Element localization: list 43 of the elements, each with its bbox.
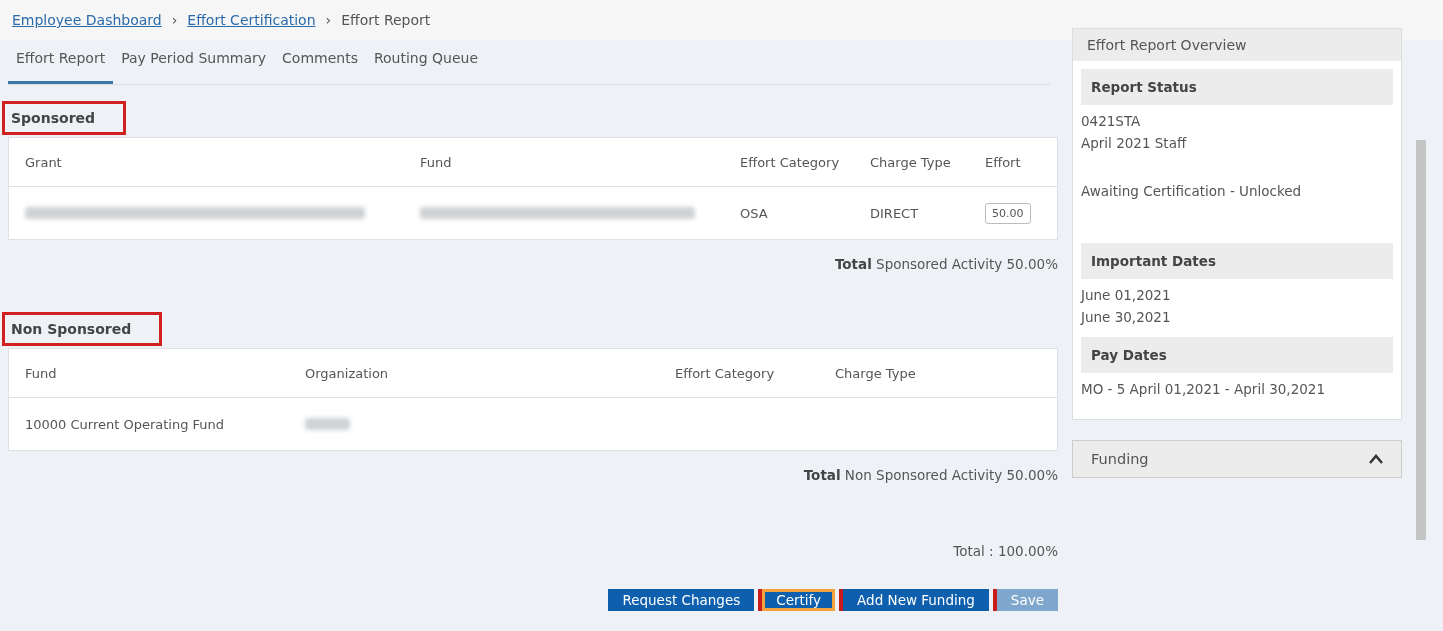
section-header: Important Dates <box>1081 243 1393 279</box>
breadcrumb-separator: › <box>325 12 332 28</box>
action-button[interactable]: Certify <box>758 589 836 611</box>
info-text: 0421STA <box>1080 112 1142 131</box>
effort-field[interactable]: 50.00 <box>985 202 1031 224</box>
grand-total: Total : 100.00% <box>953 543 1058 559</box>
column-header: Grant <box>25 154 62 170</box>
section-heading: Sponsored <box>2 101 127 135</box>
table-cell: DIRECT <box>870 205 919 221</box>
section-heading: Non Sponsored <box>2 312 163 346</box>
breadcrumb-link[interactable]: Employee Dashboard <box>12 12 162 28</box>
breadcrumb-current: Effort Report <box>341 12 431 28</box>
section-header: Report Status <box>1081 69 1393 105</box>
column-header: Charge Type <box>835 365 916 381</box>
section-header: Pay Dates <box>1081 337 1393 373</box>
column-header: Effort Category <box>740 154 840 170</box>
table-cell: 10000 Current Operating Fund <box>25 416 225 432</box>
funding-header[interactable]: Funding <box>1072 440 1402 478</box>
info-text: June 01,2021 <box>1079 286 1172 305</box>
section-title: Funding <box>1091 451 1149 467</box>
column-header: Charge Type <box>870 154 951 170</box>
scrollbar[interactable] <box>1416 140 1426 540</box>
tab[interactable]: Pay Period Summary <box>113 40 275 84</box>
column-header: Effort <box>985 154 1021 170</box>
tab[interactable]: Routing Queue <box>365 40 487 84</box>
action-button[interactable]: Add New Funding <box>839 589 989 611</box>
breadcrumb-separator: › <box>171 12 178 28</box>
info-text: April 2021 Staff <box>1080 134 1188 153</box>
info-text: MO - 5 April 01,2021 - April 30,2021 <box>1080 380 1326 399</box>
total-text: Total Sponsored Activity 50.00% <box>834 256 1058 272</box>
tab[interactable]: Comments <box>274 40 366 84</box>
total-text: Total Non Sponsored Activity 50.00% <box>803 467 1058 483</box>
breadcrumb-link[interactable]: Effort Certification <box>187 12 316 28</box>
action-button[interactable]: Request Changes <box>608 589 755 611</box>
column-header: Fund <box>25 365 57 381</box>
info-text: Awaiting Certification - Unlocked <box>1080 182 1303 201</box>
column-header: Fund <box>420 154 452 170</box>
tab[interactable]: Effort Report <box>8 40 114 84</box>
table-cell: OSA <box>740 205 768 221</box>
column-header: Effort Category <box>675 365 775 381</box>
info-text: June 30,2021 <box>1079 308 1172 327</box>
column-header: Organization <box>305 365 389 381</box>
panel-title: Effort Report Overview <box>1087 37 1247 53</box>
